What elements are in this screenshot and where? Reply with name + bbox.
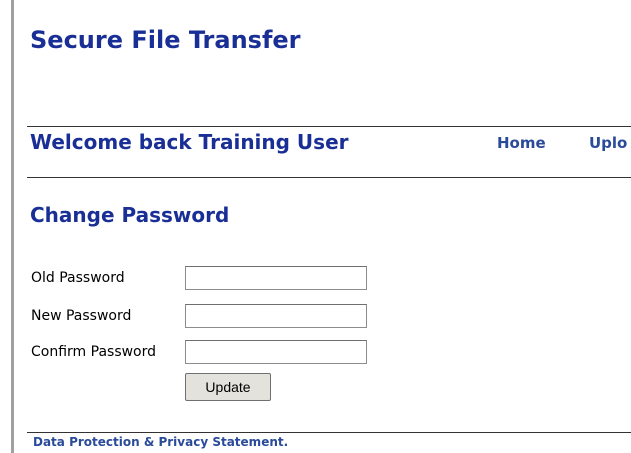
divider-middle — [27, 177, 631, 178]
update-button[interactable]: Update — [185, 373, 271, 401]
divider-top — [27, 126, 631, 127]
welcome-message: Welcome back Training User — [30, 130, 349, 154]
confirm-password-label: Confirm Password — [31, 344, 157, 360]
left-margin-rule — [11, 0, 14, 453]
new-password-label: New Password — [31, 308, 132, 324]
nav-link-upload[interactable]: Uplo — [589, 134, 627, 152]
page-title: Change Password — [30, 203, 230, 227]
nav-link-home[interactable]: Home — [497, 134, 546, 152]
old-password-field[interactable] — [185, 266, 367, 290]
page: Secure File Transfer Welcome back Traini… — [0, 0, 631, 453]
new-password-field[interactable] — [185, 304, 367, 328]
privacy-statement-link[interactable]: Data Protection & Privacy Statement. — [33, 435, 288, 449]
divider-bottom — [27, 432, 631, 433]
old-password-label: Old Password — [31, 270, 125, 286]
app-title: Secure File Transfer — [30, 26, 301, 54]
confirm-password-field[interactable] — [185, 340, 367, 364]
